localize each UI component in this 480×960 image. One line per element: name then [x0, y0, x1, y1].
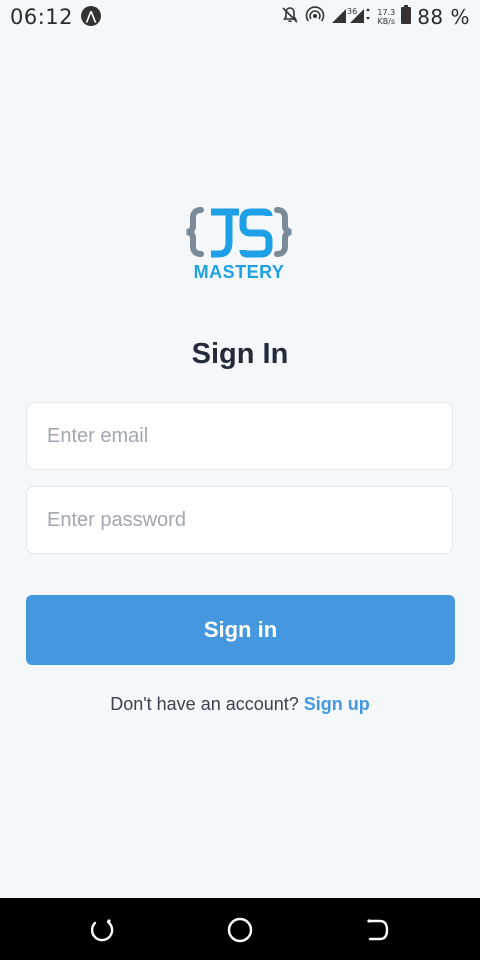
js-mastery-logo: MASTERY	[185, 206, 297, 286]
status-time: 06:12	[10, 5, 74, 29]
email-field-container	[26, 402, 453, 470]
logo-mastery-text: MASTERY	[193, 262, 285, 282]
sign-in-button[interactable]: Sign in	[26, 595, 455, 665]
status-icons: 36 17.3 KB/s 88 %	[281, 4, 470, 30]
signal-icon: 36	[331, 5, 371, 30]
password-field-container	[26, 486, 453, 554]
battery-icon	[401, 4, 412, 30]
recent-apps-icon[interactable]	[88, 916, 116, 944]
status-bar: 06:12 ⋀ 36 17.3 KB/s 88 %	[0, 0, 480, 34]
svg-text:36: 36	[347, 7, 357, 16]
notifications-muted-icon	[281, 6, 299, 29]
email-input[interactable]	[27, 403, 452, 469]
sign-up-link[interactable]: Sign up	[304, 694, 370, 714]
password-input[interactable]	[27, 487, 452, 553]
navigation-bar	[0, 898, 480, 960]
signup-prompt-row: Don't have an account? Sign up	[0, 694, 480, 715]
signup-prompt-text: Don't have an account?	[110, 694, 299, 714]
back-icon[interactable]	[364, 916, 392, 944]
home-icon[interactable]	[226, 916, 254, 944]
hotspot-icon	[305, 5, 325, 29]
net-speed: 17.3 KB/s	[377, 8, 396, 26]
sign-in-screen: 06:12 ⋀ 36 17.3 KB/s 88 % MASTERY Sign I…	[0, 0, 480, 960]
battery-percent: 88 %	[417, 5, 470, 29]
page-title: Sign In	[191, 338, 289, 370]
app-notification-icon: ⋀	[81, 6, 101, 26]
